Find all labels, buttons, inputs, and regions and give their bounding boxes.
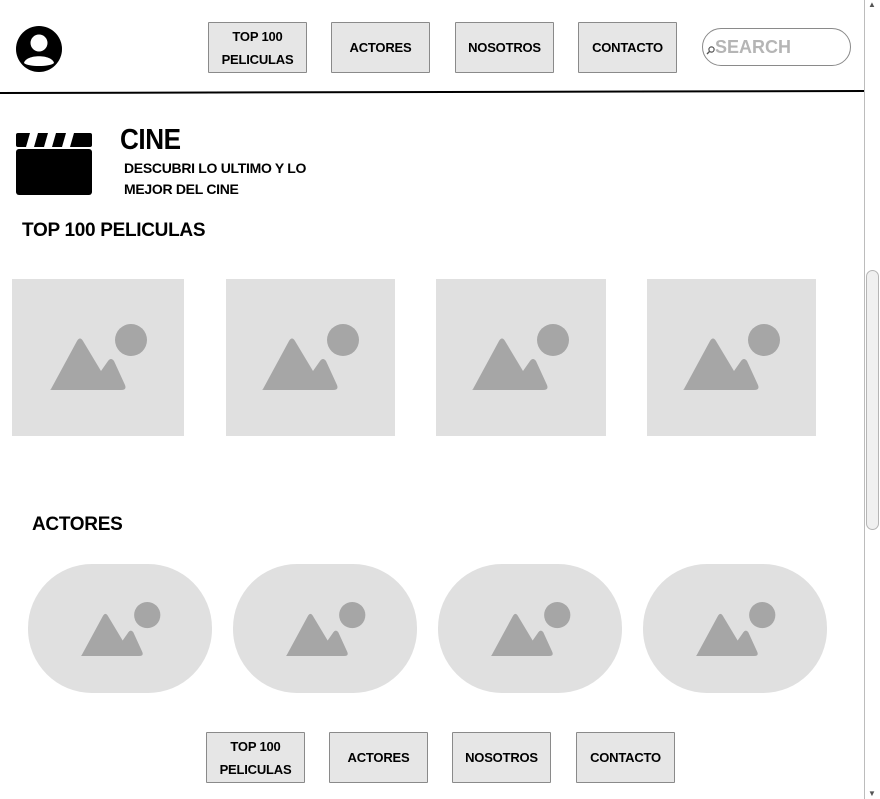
search-box[interactable] (702, 28, 851, 66)
actors-heading: ACTORES (32, 514, 123, 535)
user-avatar-icon[interactable] (16, 26, 62, 72)
image-placeholder-icon (81, 601, 161, 657)
movie-card[interactable] (647, 279, 816, 436)
actor-card[interactable] (28, 564, 212, 693)
image-placeholder-icon (472, 324, 569, 390)
movie-card[interactable] (226, 279, 395, 436)
search-input[interactable] (715, 35, 841, 59)
nav-nosotros-button[interactable]: NOSOTROS (455, 22, 554, 73)
nav-actores-button[interactable]: ACTORES (331, 22, 430, 73)
footer-actores-button[interactable]: ACTORES (329, 732, 428, 783)
footer-top100-button[interactable]: TOP 100 PELICULAS (206, 732, 305, 783)
footer-nosotros-button[interactable]: NOSOTROS (452, 732, 551, 783)
image-placeholder-icon (50, 324, 147, 390)
image-placeholder-icon (683, 324, 780, 390)
header-divider (0, 90, 865, 94)
image-placeholder-icon (286, 601, 366, 657)
image-placeholder-icon (696, 601, 776, 657)
vertical-scrollbar[interactable]: ▲ ▼ (864, 0, 880, 799)
actor-card[interactable] (233, 564, 417, 693)
footer-contacto-button[interactable]: CONTACTO (576, 732, 675, 783)
movies-heading: TOP 100 PELICULAS (22, 220, 206, 241)
image-placeholder-icon (262, 324, 359, 390)
actor-card[interactable] (643, 564, 827, 693)
movie-card[interactable] (12, 279, 184, 436)
page-title: CINE (120, 124, 181, 156)
scroll-down-icon[interactable]: ▼ (867, 790, 877, 798)
nav-contacto-button[interactable]: CONTACTO (578, 22, 677, 73)
movie-card[interactable] (436, 279, 606, 436)
image-placeholder-icon (491, 601, 571, 657)
scrollbar-thumb[interactable] (866, 270, 879, 530)
page-subtitle: DESCUBRI LO ULTIMO Y LO MEJOR DEL CINE (124, 160, 307, 197)
scroll-up-icon[interactable]: ▲ (867, 1, 877, 9)
actor-card[interactable] (438, 564, 622, 693)
search-icon (706, 42, 715, 60)
clapperboard-icon (16, 133, 92, 195)
nav-top100-button[interactable]: TOP 100 PELICULAS (208, 22, 307, 73)
